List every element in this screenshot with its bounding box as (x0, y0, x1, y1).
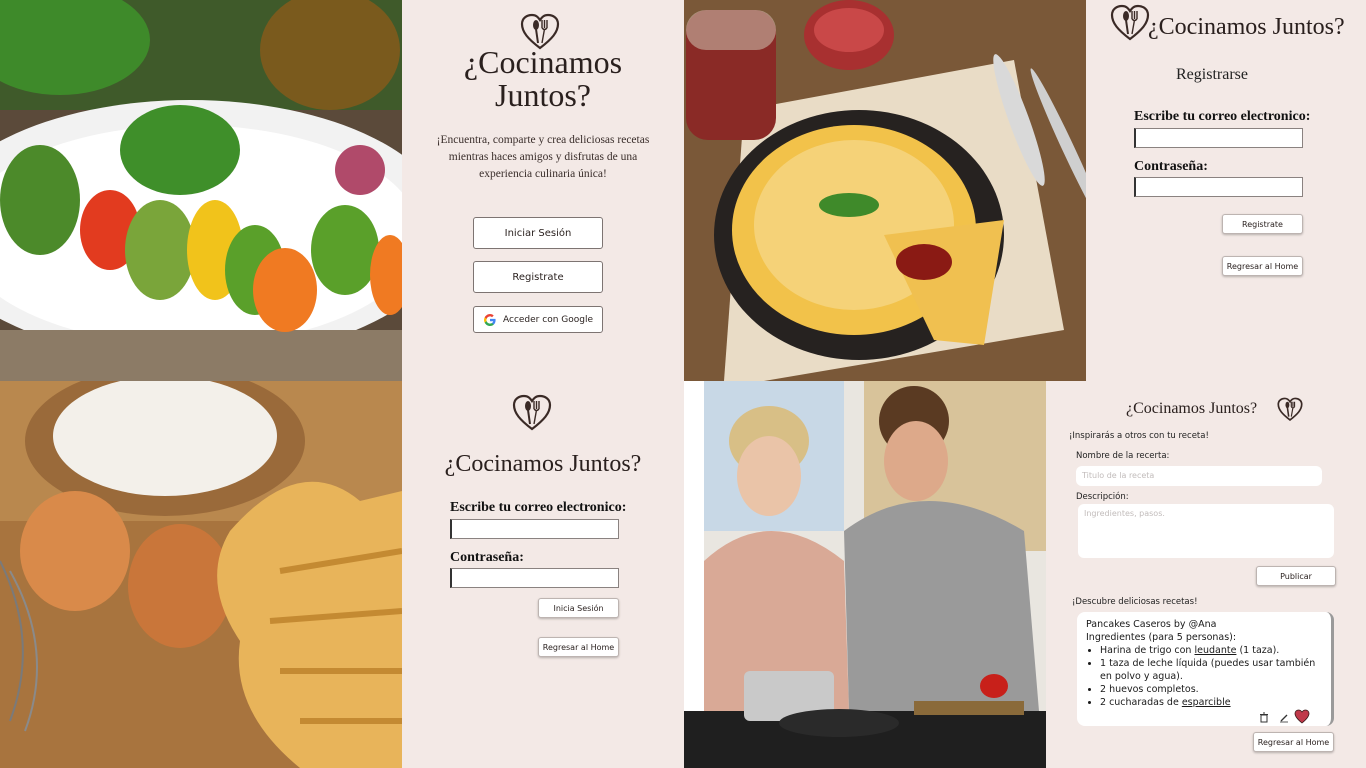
recipes-panel: ¿Cocinamos Juntos? ¡Inspirarás a otros c… (1046, 381, 1366, 768)
login-email-input[interactable] (450, 519, 619, 539)
home-tagline: ¡Encuentra, comparte y crea deliciosas r… (436, 134, 650, 180)
register-password-label: Contraseña: (1134, 159, 1208, 174)
login-email-label: Escribe tu correo electronico: (450, 500, 627, 515)
inspire-heading: ¡Inspirarás a otros con tu receta! (1069, 431, 1209, 441)
register-panel: ¿Cocinamos Juntos? Registrarse Escribe t… (1086, 0, 1366, 381)
brand-name: ¿Cocinamos Juntos? (402, 46, 684, 112)
heart-spoon-fork-logo-icon (1277, 397, 1303, 421)
list-item: 2 huevos completos. (1100, 683, 1323, 696)
register-back-home-button[interactable]: Regresar al Home (1222, 256, 1303, 276)
register-email-label: Escribe tu correo electronico: (1134, 109, 1311, 124)
brand-name-line2: Juntos? (495, 77, 591, 113)
login-panel: ¿Cocinamos Juntos? Escribe tu correo ele… (402, 381, 684, 768)
recipe-card-subtitle: Ingredientes (para 5 personas): (1086, 632, 1237, 643)
trash-icon[interactable] (1259, 712, 1269, 723)
recipe-description-label: Descripción: (1076, 492, 1129, 502)
home-panel: ¿Cocinamos Juntos? ¡Encuentra, comparte … (402, 0, 684, 381)
heart-spoon-fork-logo-icon (1110, 4, 1150, 41)
photo-quiche (684, 0, 1086, 381)
photo-vegetable-skewers (0, 0, 402, 381)
ingredient-list: Harina de trigo con leudante (1 taza). 1… (1086, 644, 1323, 709)
register-submit-button[interactable]: Registrate (1222, 214, 1303, 234)
photo-couple-cooking (684, 381, 1046, 768)
recipe-name-label: Nombre de la recerta: (1076, 451, 1170, 461)
list-item: Harina de trigo con leudante (1 taza). (1100, 644, 1323, 657)
login-password-label: Contraseña: (450, 550, 524, 565)
login-password-input[interactable] (450, 568, 619, 588)
list-item: 2 cucharadas de esparcible (1100, 696, 1323, 709)
list-item: 1 taza de leche líquida (puedes usar tam… (1100, 657, 1323, 683)
heart-spoon-fork-logo-icon (512, 394, 552, 431)
google-login-label: Acceder con Google (503, 314, 593, 325)
recipe-card: Pancakes Caseros by @Ana Ingredientes (p… (1077, 612, 1334, 726)
brand-name: ¿Cocinamos Juntos? (1148, 14, 1345, 40)
brand-name: ¿Cocinamos Juntos? (444, 451, 642, 477)
discover-heading: ¡Descubre deliciosas recetas! (1072, 597, 1198, 607)
recipes-back-home-button[interactable]: Regresar al Home (1253, 732, 1334, 752)
photo-waffles-eggs (0, 381, 402, 768)
register-button[interactable]: Registrate (473, 261, 603, 293)
recipe-name-input[interactable]: Titulo de la receta (1076, 466, 1322, 486)
publish-button[interactable]: Publicar (1256, 566, 1336, 586)
recipe-card-title: Pancakes Caseros by @Ana (1086, 619, 1217, 630)
register-email-input[interactable] (1134, 128, 1303, 148)
brand-name-line1: ¿Cocinamos (463, 44, 623, 80)
register-password-input[interactable] (1134, 177, 1303, 197)
google-icon (484, 313, 496, 326)
login-submit-button[interactable]: Inicia Sesión (538, 598, 619, 618)
google-login-button[interactable]: Acceder con Google (473, 306, 603, 333)
pencil-icon[interactable] (1279, 712, 1289, 723)
register-title: Registrarse (1176, 66, 1248, 83)
recipe-description-input[interactable]: Ingredientes, pasos. (1078, 504, 1334, 558)
heart-icon[interactable] (1294, 709, 1310, 724)
login-button[interactable]: Iniciar Sesión (473, 217, 603, 249)
brand-name: ¿Cocinamos Juntos? (1126, 400, 1258, 417)
login-back-home-button[interactable]: Regresar al Home (538, 637, 619, 657)
